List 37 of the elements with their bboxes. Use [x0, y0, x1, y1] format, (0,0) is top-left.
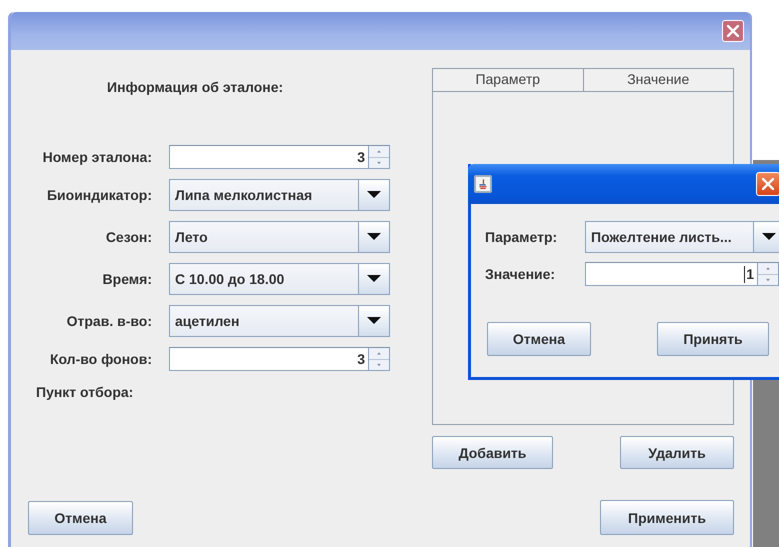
section-heading: Информация об эталоне:	[107, 79, 284, 97]
dropdown[interactable]: Пожелтение листь...	[585, 221, 779, 253]
dropdown[interactable]: ацетилен	[169, 305, 390, 337]
field-label: Биоиндикатор:	[46, 187, 152, 203]
close-icon	[762, 178, 774, 190]
dropdown[interactable]: Лето	[169, 221, 390, 253]
dropdown-arrow-icon	[367, 233, 381, 241]
close-button[interactable]	[722, 20, 744, 42]
number-spinner[interactable]: 1	[585, 262, 779, 286]
apply-button[interactable]: Применить	[600, 500, 734, 535]
dropdown-arrow-icon	[762, 233, 776, 241]
field-label: Отрав. в-во:	[66, 313, 152, 329]
field-label: Пункт отбора:	[36, 384, 134, 400]
dropdown-arrow-icon	[367, 275, 381, 283]
field-label: Параметр:	[485, 229, 558, 245]
close-button[interactable]	[756, 172, 779, 196]
spinner-value: 1	[743, 264, 755, 284]
dropdown[interactable]: Липа мелколистная	[169, 179, 390, 211]
number-spinner[interactable]: 3	[169, 347, 390, 371]
add-button[interactable]: Добавить	[432, 436, 553, 469]
number-spinner[interactable]: 3	[169, 145, 390, 169]
accept-button[interactable]: Принять	[657, 322, 769, 356]
dropdown[interactable]: С 10.00 до 18.00	[169, 263, 390, 295]
field-label: Значение:	[485, 266, 556, 282]
dropdown-arrow-icon	[367, 317, 381, 325]
field-label: Время:	[102, 271, 152, 287]
field-label: Кол-во фонов:	[48, 351, 152, 367]
spinner-value: 3	[356, 148, 366, 167]
field-label: Сезон:	[104, 229, 152, 245]
field-label: Номер эталона:	[42, 149, 152, 165]
dropdown-arrow-icon	[367, 191, 381, 199]
close-icon	[727, 25, 739, 37]
cup-icon	[474, 175, 492, 193]
delete-button[interactable]: Удалить	[620, 436, 734, 469]
cancel-button[interactable]: Отмена	[487, 322, 591, 356]
spinner-value: 3	[356, 350, 366, 369]
cancel-button[interactable]: Отмена	[28, 501, 133, 535]
